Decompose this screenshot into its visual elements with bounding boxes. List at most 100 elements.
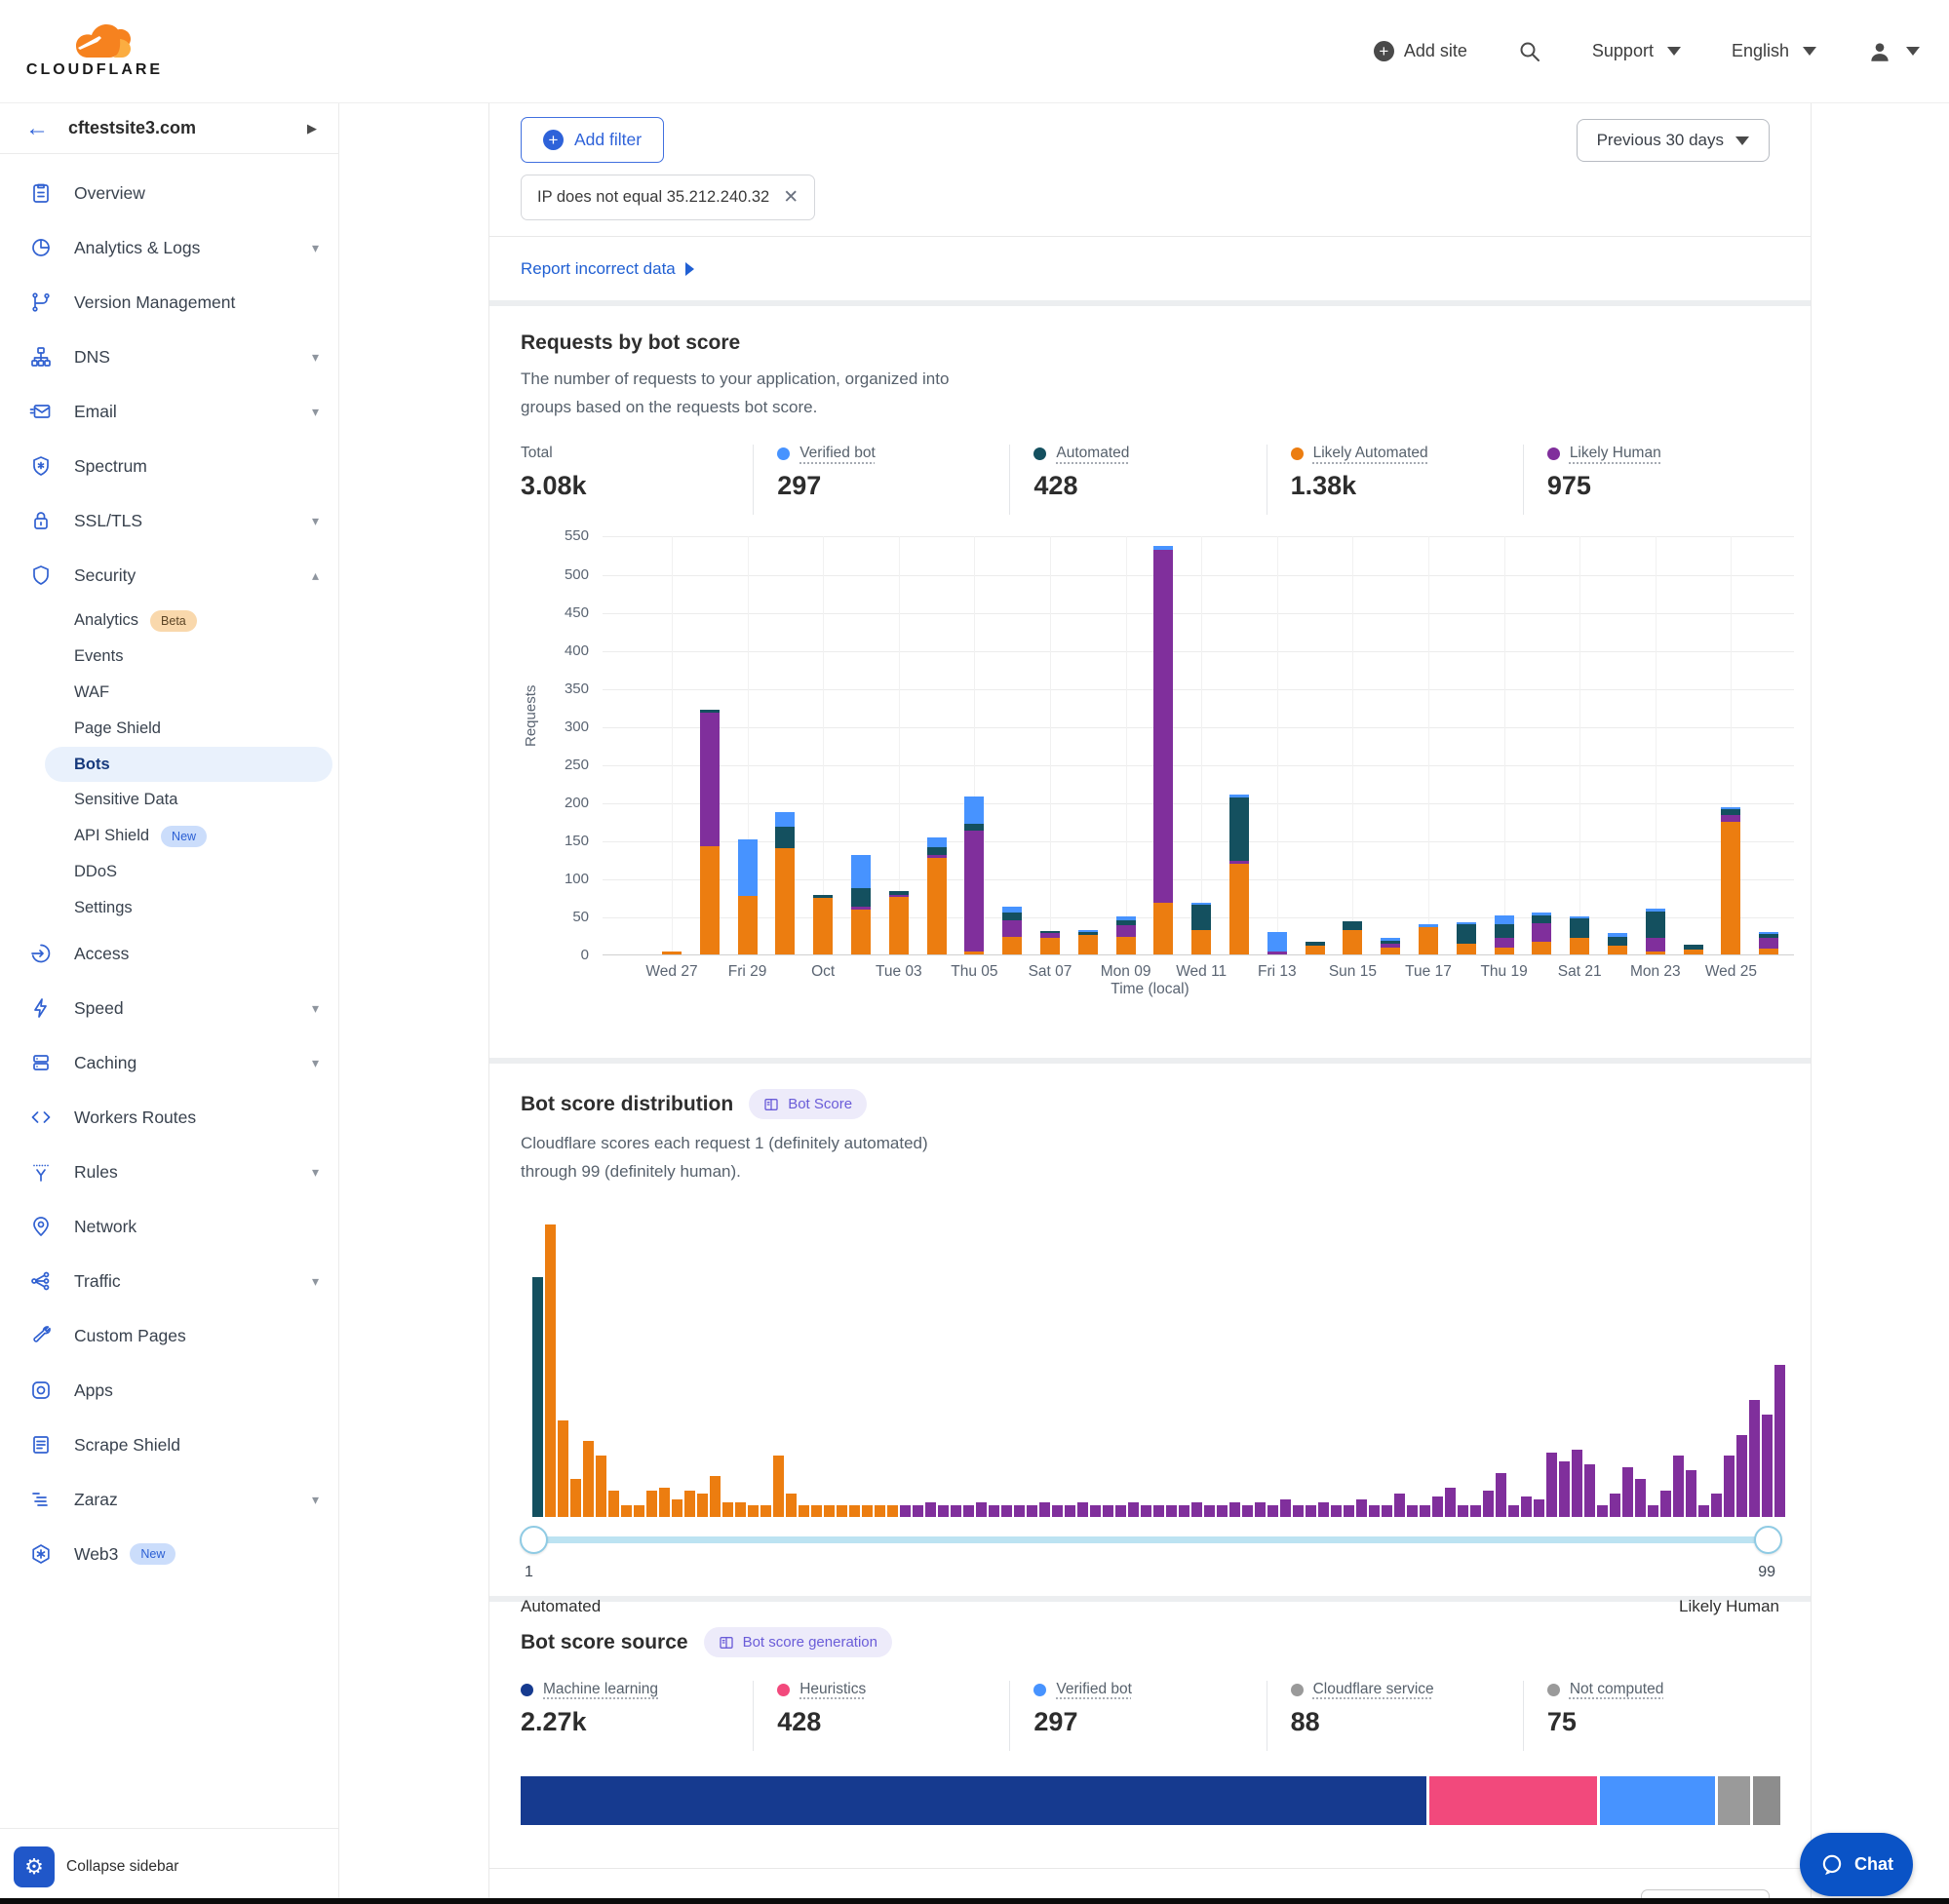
sidebar-item-custom-pages[interactable]: Custom Pages [0, 1308, 338, 1363]
hist-bar-score-87 [1622, 1467, 1633, 1517]
site-header[interactable]: ← cftestsite3.com ▶ [0, 103, 338, 154]
partial-dropdown-button[interactable] [1641, 1889, 1770, 1898]
chevron-down-icon[interactable]: ▾ [312, 1164, 319, 1181]
hist-bar-score-58 [1255, 1502, 1266, 1517]
hist-bar-score-34 [951, 1505, 961, 1517]
x-tick-label: Mon 23 [1630, 963, 1681, 981]
sidebar-item-network[interactable]: Network [0, 1199, 338, 1254]
x-tick-label: Thu 05 [951, 963, 997, 981]
requests-by-bot-score-card: Requests by bot score The number of requ… [489, 306, 1811, 1058]
sidebar-item-rules[interactable]: Rules▾ [0, 1145, 338, 1199]
hist-bar-score-61 [1293, 1505, 1304, 1517]
sidebar-item-web3[interactable]: Web3New [0, 1527, 338, 1581]
sidebar-item-analytics-logs[interactable]: Analytics & Logs▾ [0, 220, 338, 275]
sidebar-item-ssl-tls[interactable]: SSL/TLS▾ [0, 493, 338, 548]
hist-bar-score-85 [1597, 1505, 1608, 1517]
chevron-down-icon[interactable]: ▾ [312, 513, 319, 529]
add-filter-button[interactable]: + Add filter [521, 117, 664, 163]
settings-gear-button[interactable]: ⚙ [14, 1846, 55, 1887]
sidebar-item-analytics[interactable]: AnalyticsBeta [0, 602, 338, 639]
hist-bar-score-55 [1217, 1505, 1228, 1517]
back-arrow-icon[interactable]: ← [25, 115, 49, 142]
bot-score-badge[interactable]: Bot Score [749, 1089, 867, 1119]
hist-bar-score-38 [1001, 1505, 1012, 1517]
bar-thu-19-likely-human [1495, 938, 1514, 947]
bar-sun-15-automated [1343, 921, 1362, 930]
hist-bar-score-47 [1115, 1505, 1126, 1517]
sidebar-item-page-shield[interactable]: Page Shield [0, 711, 338, 747]
bar-wed-25-likely-human [1721, 815, 1740, 821]
hist-bar-score-62 [1306, 1505, 1316, 1517]
collapse-sidebar-button[interactable]: Collapse sidebar [66, 1858, 178, 1876]
dns-icon [29, 345, 53, 369]
chevron-down-icon[interactable]: ▾ [312, 1273, 319, 1290]
remove-filter-icon[interactable]: ✕ [783, 186, 799, 209]
language-menu[interactable]: English [1732, 41, 1816, 61]
sidebar-item-version-management[interactable]: Version Management [0, 275, 338, 330]
sidebar-item-zaraz[interactable]: Zaraz▾ [0, 1472, 338, 1527]
bot-score-generation-badge[interactable]: Bot score generation [704, 1627, 892, 1657]
sidebar-item-email[interactable]: Email▾ [0, 384, 338, 439]
hist-bar-score-89 [1648, 1505, 1658, 1517]
hist-bar-score-97 [1749, 1400, 1760, 1517]
chat-button[interactable]: Chat [1800, 1833, 1913, 1896]
slider-handle-min[interactable] [520, 1526, 548, 1554]
sidebar-item-caching[interactable]: Caching▾ [0, 1035, 338, 1090]
bar-thu-28-automated [700, 710, 720, 713]
slider-handle-max[interactable] [1754, 1526, 1782, 1554]
sidebar-item-traffic[interactable]: Traffic▾ [0, 1254, 338, 1308]
chevron-right-icon[interactable]: ▶ [307, 121, 317, 136]
gear-icon: ⚙ [24, 1854, 44, 1880]
filter-chip[interactable]: IP does not equal 35.212.240.32 ✕ [521, 175, 815, 220]
chevron-down-icon[interactable]: ▾ [312, 1055, 319, 1071]
access-icon [29, 942, 53, 965]
sidebar-item-workers-routes[interactable]: Workers Routes [0, 1090, 338, 1145]
hist-bar-score-75 [1470, 1505, 1481, 1517]
chevron-down-icon[interactable]: ▾ [312, 1492, 319, 1508]
account-menu[interactable] [1867, 39, 1920, 64]
sidebar-item-bots[interactable]: Bots [45, 747, 332, 782]
hist-bar-score-80 [1534, 1499, 1544, 1517]
bar-mon-02-automated [851, 888, 871, 907]
chevron-down-icon[interactable]: ▾ [312, 404, 319, 420]
hist-bar-score-41 [1039, 1502, 1050, 1517]
sidebar-item-api-shield[interactable]: API ShieldNew [0, 818, 338, 854]
chevron-down-icon[interactable]: ▾ [312, 349, 319, 366]
sidebar-item-security[interactable]: Security▴ [0, 548, 338, 602]
bar-fri-13-verified-bot [1267, 932, 1287, 952]
sidebar-item-dns[interactable]: DNS▾ [0, 330, 338, 384]
sidebar-item-sensitive-data[interactable]: Sensitive Data [0, 782, 338, 818]
sidebar-item-waf[interactable]: WAF [0, 675, 338, 711]
sidebar-item-spectrum[interactable]: Spectrum [0, 439, 338, 493]
sidebar-item-scrape-shield[interactable]: Scrape Shield [0, 1418, 338, 1472]
sidebar-item-speed[interactable]: Speed▾ [0, 981, 338, 1035]
search-button[interactable] [1518, 40, 1541, 63]
hist-bar-score-8 [621, 1505, 632, 1517]
stat-heuristics: Heuristics428 [753, 1681, 1009, 1751]
support-menu[interactable]: Support [1592, 41, 1681, 61]
slider-track[interactable] [532, 1536, 1770, 1543]
bar-mon-16-automated [1381, 941, 1400, 943]
report-incorrect-data-link[interactable]: Report incorrect data [521, 259, 694, 279]
sidebar-item-access[interactable]: Access [0, 926, 338, 981]
web3-icon [29, 1542, 53, 1566]
sidebar-item-settings[interactable]: Settings [0, 890, 338, 926]
slider-min-value: 1 [525, 1564, 533, 1581]
sidebar-item-overview[interactable]: Overview [0, 166, 338, 220]
hist-bar-score-43 [1065, 1505, 1075, 1517]
legend-dot [777, 1684, 790, 1696]
hist-bar-score-93 [1698, 1505, 1709, 1517]
chevron-down-icon[interactable]: ▾ [312, 240, 319, 256]
add-site-button[interactable]: + Add site [1374, 41, 1467, 61]
bar-wed-04-verified-bot [927, 837, 947, 847]
requests-stats-row: Total3.08kVerified bot297Automated428Lik… [521, 445, 1779, 515]
hist-bar-score-71 [1420, 1505, 1430, 1517]
chevron-up-icon[interactable]: ▴ [312, 567, 319, 584]
chevron-down-icon[interactable]: ▾ [312, 1000, 319, 1017]
date-range-dropdown[interactable]: Previous 30 days [1577, 119, 1770, 162]
bar-wed-27-likely-automated [662, 952, 682, 955]
sidebar-item-events[interactable]: Events [0, 639, 338, 675]
sidebar-item-apps[interactable]: Apps [0, 1363, 338, 1418]
cloudflare-logo[interactable]: CLOUDFLARE [21, 24, 168, 79]
sidebar-item-ddos[interactable]: DDoS [0, 854, 338, 890]
